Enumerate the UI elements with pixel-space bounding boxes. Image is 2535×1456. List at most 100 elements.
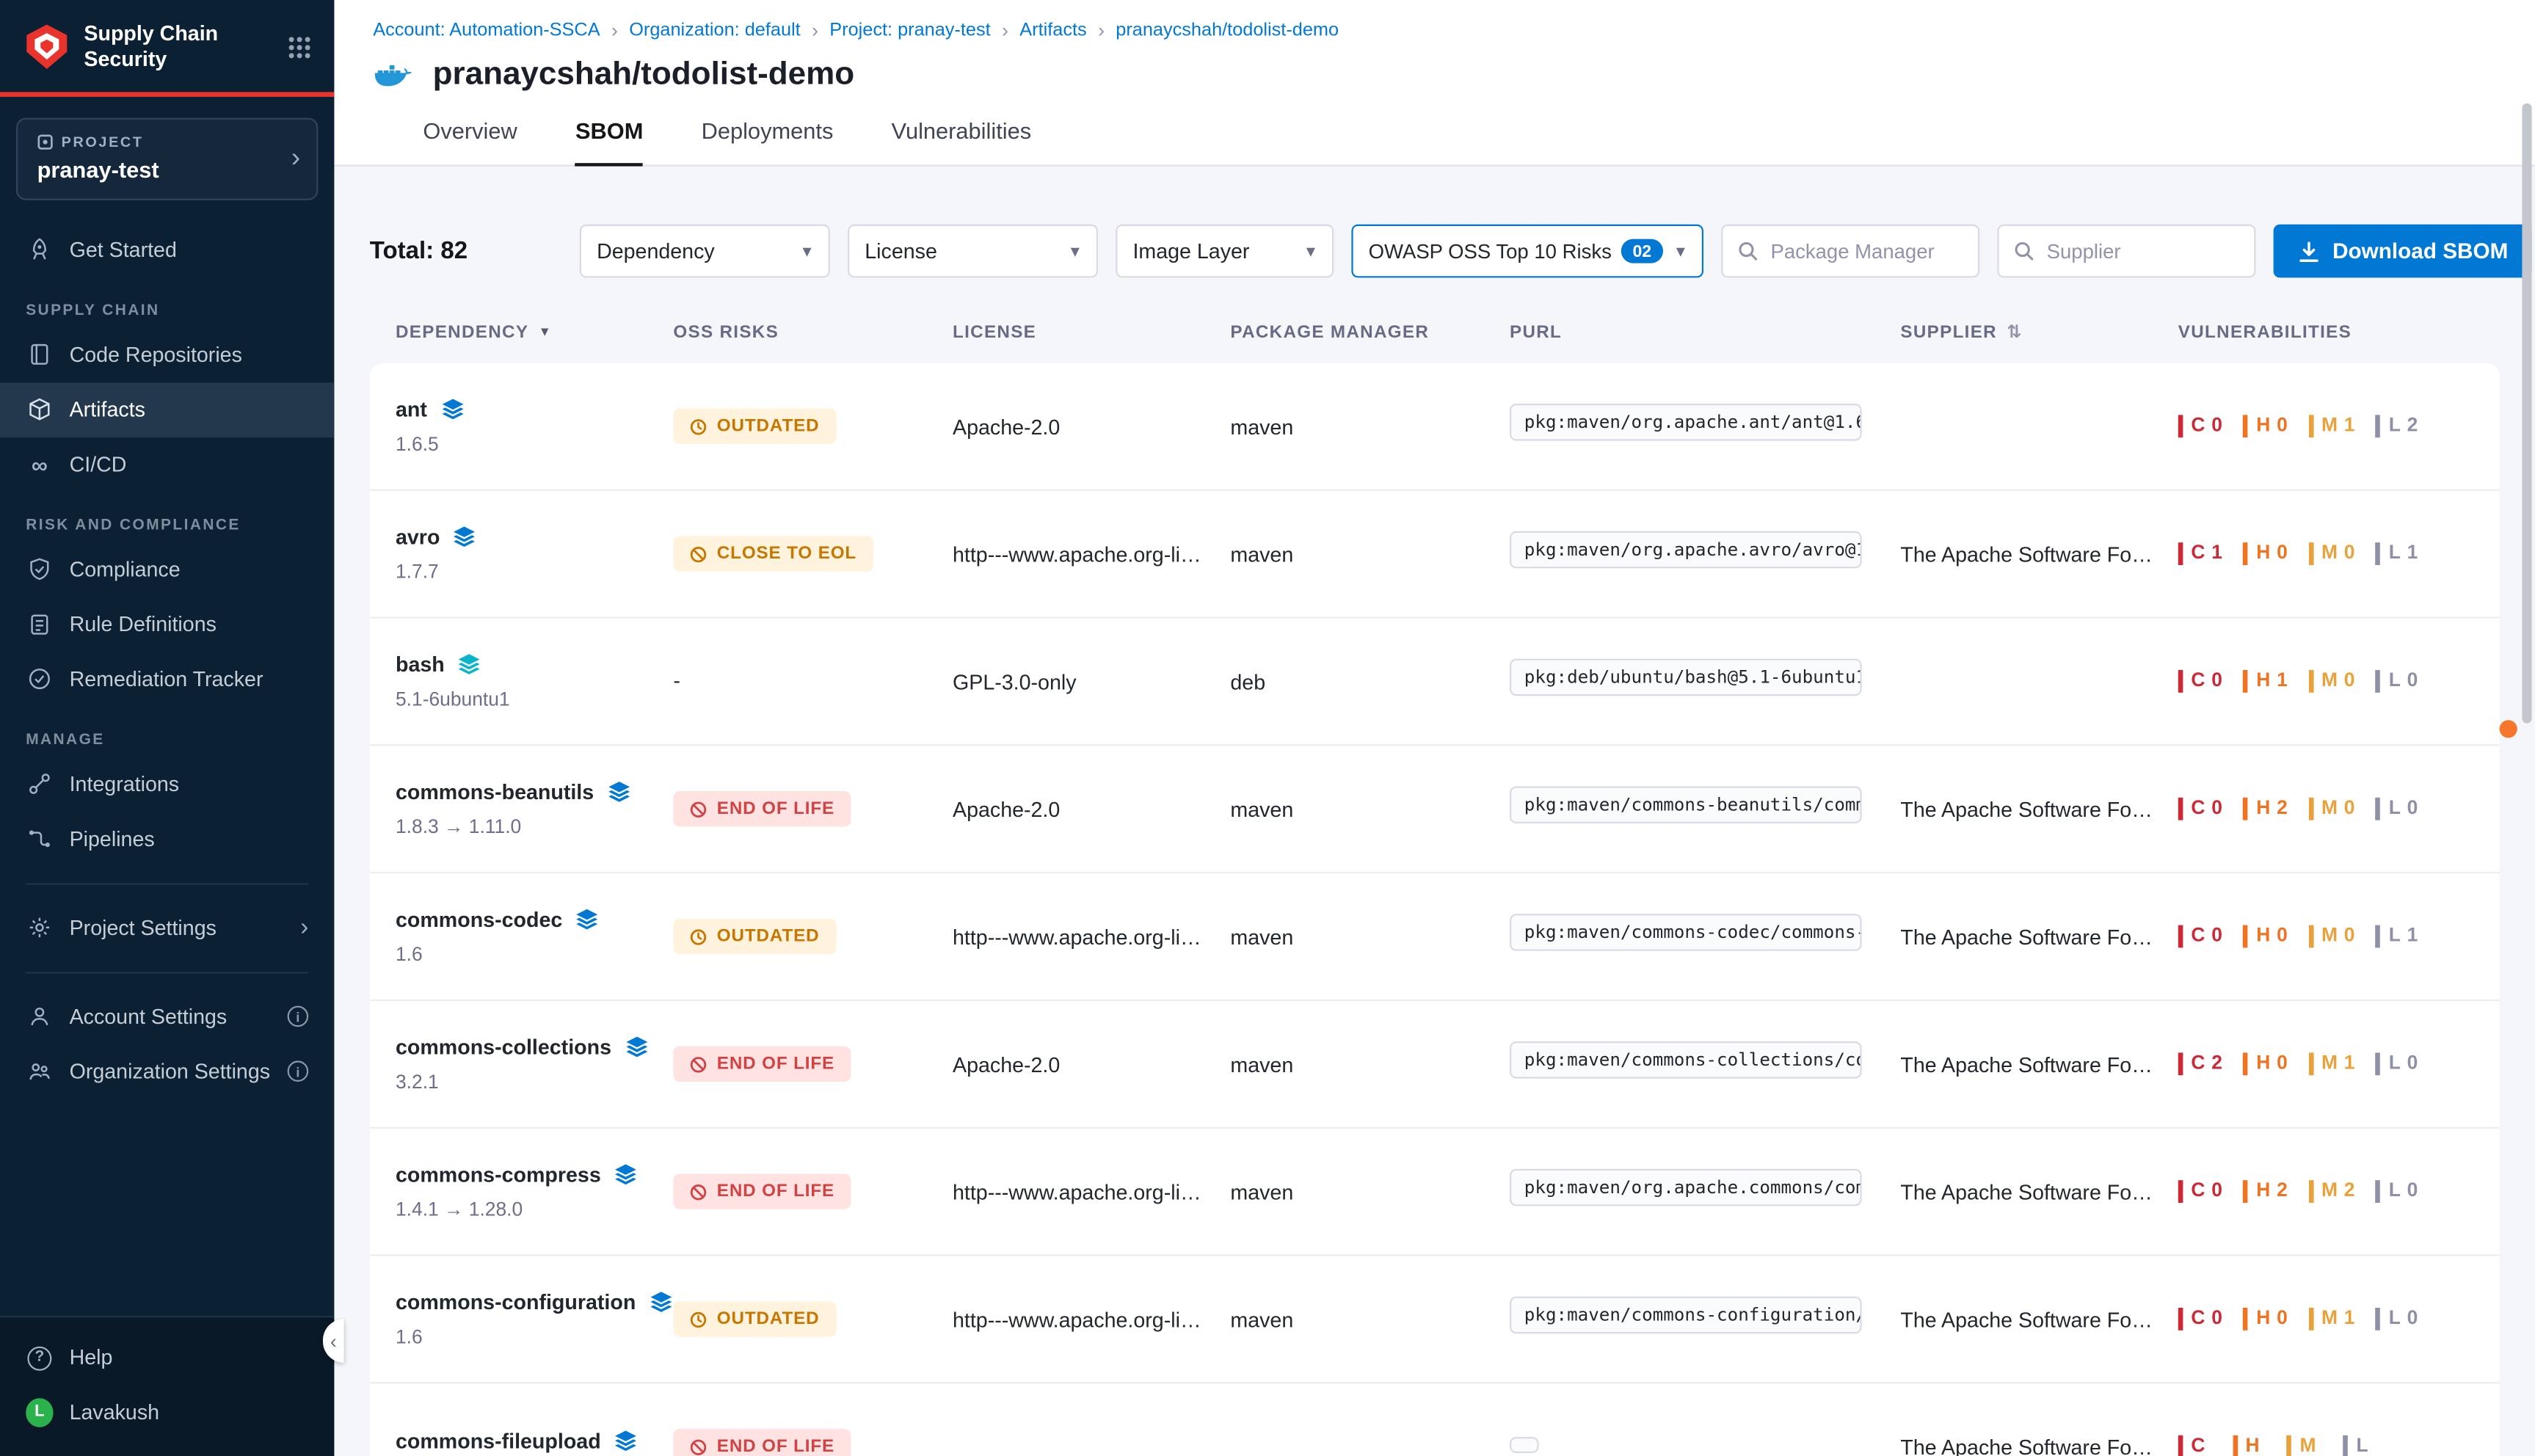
purl-code[interactable]: pkg:maven/org.apache.avro/avro@1… (1510, 531, 1862, 569)
user-gear-icon (26, 1004, 53, 1028)
tab-sbom[interactable]: SBOM (575, 118, 643, 167)
owasp-filter-select[interactable]: OWASP OSS Top 10 Risks 02 ▾ (1350, 225, 1703, 278)
user-menu[interactable]: L Lavakush (0, 1386, 334, 1441)
vulnerability-counts[interactable]: C0 H0 M1 L2 (2178, 415, 2500, 437)
sidebar-item-rule-definitions[interactable]: Rule Definitions (0, 597, 334, 652)
tab-deployments[interactable]: Deployments (702, 118, 834, 165)
package-manager-search-input[interactable] (1767, 239, 1963, 264)
breadcrumb-project[interactable]: Project: pranay-test (829, 21, 990, 40)
sidebar-item-label: Code Repositories (70, 340, 242, 369)
vulnerability-counts[interactable]: C0 H0 M0 L1 (2178, 925, 2500, 947)
sidebar-item-organization-settings[interactable]: Organization Settings i (0, 1044, 334, 1099)
breadcrumb-separator: › (1002, 19, 1008, 42)
sidebar-item-code-repositories[interactable]: Code Repositories (0, 327, 334, 382)
purl-code[interactable]: pkg:maven/commons-collections/co… (1510, 1041, 1862, 1079)
oss-risk-none: - (673, 669, 680, 693)
col-supplier[interactable]: SUPPLIER⇅ (1900, 321, 2178, 343)
sidebar-divider (26, 882, 308, 884)
vulnerability-counts[interactable]: C2 H0 M1 L0 (2178, 1053, 2500, 1074)
license-value: http---www.apache.org-lice… (953, 1307, 1230, 1331)
dependency-name[interactable]: ant (396, 397, 427, 421)
license-value: Apache-2.0 (953, 1052, 1230, 1076)
dependency-name[interactable]: commons-configuration (396, 1290, 636, 1314)
tab-bar: Overview SBOM Deployments Vulnerabilitie… (334, 118, 2535, 167)
sidebar-item-pipelines[interactable]: Pipelines (0, 812, 334, 867)
purl-code[interactable] (1510, 1437, 1539, 1453)
circle-check-icon (26, 667, 53, 691)
vulnerability-counts[interactable]: C0 H0 M1 L0 (2178, 1308, 2500, 1330)
sidebar-item-get-started[interactable]: Get Started (0, 222, 334, 277)
high-count: H0 (2244, 1053, 2288, 1074)
breadcrumb-artifacts[interactable]: Artifacts (1019, 21, 1086, 40)
tab-vulnerabilities[interactable]: Vulnerabilities (892, 118, 1032, 165)
image-layer-filter-select[interactable]: Image Layer ▾ (1115, 225, 1333, 278)
sidebar-item-account-settings[interactable]: Account Settings i (0, 989, 334, 1044)
dependency-version: 1.7.7 (396, 560, 673, 583)
low-count: L (2343, 1436, 2375, 1456)
package-manager-value: deb (1230, 669, 1510, 694)
download-sbom-button[interactable]: Download SBOM (2273, 225, 2533, 278)
purl-code[interactable]: pkg:maven/commons-configuration/… (1510, 1297, 1862, 1334)
sidebar-item-compliance[interactable]: Compliance (0, 542, 334, 597)
table-row[interactable]: commons-beanutils 1.8.3 → 1.11.0 END OF … (370, 746, 2500, 873)
purl-code[interactable]: pkg:maven/org.apache.commons/com… (1510, 1169, 1862, 1206)
vertical-scrollbar-thumb[interactable] (2522, 103, 2531, 724)
supplier-search-input[interactable] (2043, 239, 2238, 264)
sidebar-item-help[interactable]: ? Help (0, 1331, 334, 1386)
sidebar-item-project-settings[interactable]: Project Settings › (0, 900, 334, 956)
breadcrumb-account[interactable]: Account: Automation-SSCA (373, 21, 600, 40)
oss-risk-badge: END OF LIFE (673, 1046, 851, 1082)
tab-overview[interactable]: Overview (423, 118, 517, 165)
col-dependency[interactable]: DEPENDENCY▼ (396, 322, 673, 341)
dependency-filter-select[interactable]: Dependency ▾ (579, 225, 829, 278)
dependency-name[interactable]: commons-fileupload (396, 1429, 601, 1453)
table-row[interactable]: ant 1.6.5 OUTDATED Apache-2.0 maven pkg:… (370, 363, 2500, 491)
dependency-name[interactable]: commons-codec (396, 907, 562, 931)
dependency-name[interactable]: commons-compress (396, 1162, 601, 1187)
dependency-name[interactable]: avro (396, 525, 440, 549)
sidebar-bottom: ? Help L Lavakush (0, 1316, 334, 1456)
dependency-name[interactable]: bash (396, 652, 445, 677)
table-row[interactable]: commons-codec 1.6 OUTDATED http---www.ap… (370, 873, 2500, 1001)
license-filter-select[interactable]: License ▾ (847, 225, 1097, 278)
critical-count: C0 (2178, 925, 2222, 947)
module-grid-icon[interactable] (288, 35, 312, 59)
table-row[interactable]: avro 1.7.7 CLOSE TO EOL http---www.apach… (370, 491, 2500, 619)
medium-count: M1 (2308, 1053, 2354, 1074)
critical-count: C2 (2178, 1053, 2222, 1074)
sidebar-item-artifacts[interactable]: Artifacts (0, 382, 334, 437)
vulnerability-counts[interactable]: C0 H1 M0 L0 (2178, 671, 2500, 692)
project-name: pranay-test (37, 156, 297, 181)
purl-code[interactable]: pkg:maven/commons-beanutils/comm… (1510, 786, 1862, 823)
breadcrumb-current[interactable]: pranaycshah/todolist-demo (1116, 21, 1339, 40)
license-value: GPL-3.0-only (953, 669, 1230, 694)
vulnerability-counts[interactable]: C1 H0 M0 L1 (2178, 543, 2500, 564)
vulnerability-counts[interactable]: C0 H2 M0 L0 (2178, 798, 2500, 820)
table-row[interactable]: commons-fileupload END OF LIFE The Apach… (370, 1383, 2500, 1456)
sidebar-item-cicd[interactable]: ∞ CI/CD (0, 437, 334, 492)
project-selector[interactable]: PROJECT pranay-test › (16, 117, 318, 200)
table-row[interactable]: commons-compress 1.4.1 → 1.28.0 END OF L… (370, 1129, 2500, 1256)
brand-accent-bar (0, 91, 334, 96)
layers-icon (625, 1035, 649, 1059)
vulnerability-counts[interactable]: C H M L (2178, 1436, 2500, 1456)
sidebar-item-integrations[interactable]: Integrations (0, 757, 334, 812)
repo-icon (26, 342, 53, 366)
purl-code[interactable]: pkg:maven/org.apache.ant/ant@1.6… (1510, 404, 1862, 441)
sidebar-item-remediation-tracker[interactable]: Remediation Tracker (0, 652, 334, 707)
vulnerability-counts[interactable]: C0 H2 M2 L0 (2178, 1181, 2500, 1202)
dependency-name[interactable]: commons-beanutils (396, 780, 594, 804)
section-label-manage: MANAGE (0, 707, 334, 757)
breadcrumb-organization[interactable]: Organization: default (629, 21, 800, 40)
purl-code[interactable]: pkg:maven/commons-codec/commons-… (1510, 914, 1862, 951)
ban-icon (689, 1438, 707, 1455)
purl-code[interactable]: pkg:deb/ubuntu/bash@5.1-6ubuntu1 (1510, 659, 1862, 696)
table-row[interactable]: commons-collections 3.2.1 END OF LIFE Ap… (370, 1001, 2500, 1129)
table-row[interactable]: bash 5.1-6ubuntu1 - GPL-3.0-only deb pkg… (370, 619, 2500, 746)
table-row[interactable]: commons-configuration 1.6 OUTDATED http-… (370, 1256, 2500, 1384)
dependency-name[interactable]: commons-collections (396, 1035, 611, 1059)
sidebar-nav: Get Started SUPPLY CHAIN Code Repositori… (0, 222, 334, 1317)
medium-count: M0 (2308, 798, 2354, 820)
critical-count: C0 (2178, 798, 2222, 820)
dependency-version: 3.2.1 (396, 1071, 673, 1093)
